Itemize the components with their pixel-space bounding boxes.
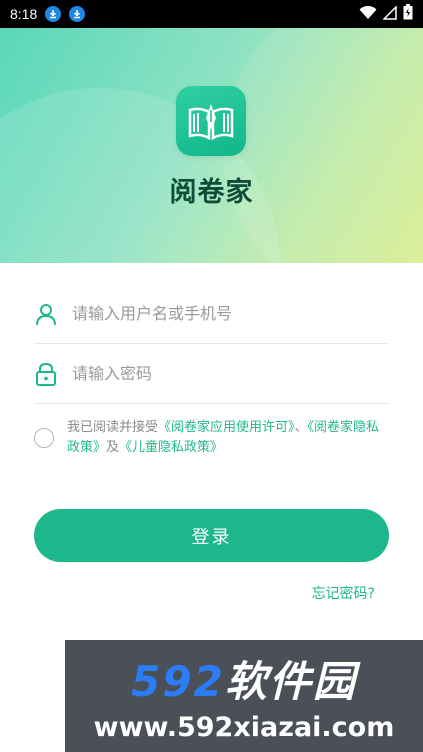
watermark-name: 软件园 xyxy=(224,657,357,706)
password-field xyxy=(34,344,389,404)
agreement-prefix: 我已阅读并接受 xyxy=(67,420,159,435)
watermark-number: 592 xyxy=(131,657,225,706)
download-icon xyxy=(69,6,86,22)
status-icons xyxy=(359,4,413,24)
forgot-password-link[interactable]: 忘记密码? xyxy=(312,583,375,603)
app-name: 阅卷家 xyxy=(169,177,254,208)
agreement-text: 我已阅读并接受《阅卷家应用使用许可》、《阅卷家隐私政策》及《儿童隐私政策》 xyxy=(67,418,389,458)
lock-icon xyxy=(34,362,58,386)
download-icon xyxy=(45,6,62,22)
agreement-radio[interactable] xyxy=(34,428,54,448)
password-input[interactable] xyxy=(72,353,389,394)
header-banner: 阅卷家 xyxy=(0,28,423,263)
username-field xyxy=(34,284,389,344)
agreement-conjunction: 及 xyxy=(106,440,120,455)
login-button[interactable]: 登录 xyxy=(34,509,389,562)
agreement-separator: 、 xyxy=(294,420,308,435)
license-link[interactable]: 《阅卷家应用使用许可》 xyxy=(158,420,295,435)
username-input[interactable] xyxy=(72,293,389,334)
watermark-logo: 592软件园 xyxy=(65,648,423,709)
watermark: 592软件园 www.592xiazai.com xyxy=(65,640,423,752)
agreement: 我已阅读并接受《阅卷家应用使用许可》、《阅卷家隐私政策》及《儿童隐私政策》 xyxy=(34,418,389,458)
signal-icon xyxy=(382,4,397,24)
status-bar: 8:18 xyxy=(0,0,423,28)
wifi-icon xyxy=(359,5,377,24)
book-pen-icon xyxy=(176,86,246,156)
status-time: 8:18 xyxy=(10,6,38,22)
battery-icon xyxy=(403,4,413,24)
watermark-url: www.592xiazai.com xyxy=(93,712,395,743)
child-privacy-link[interactable]: 《儿童隐私政策》 xyxy=(119,440,223,455)
user-icon xyxy=(34,302,58,326)
